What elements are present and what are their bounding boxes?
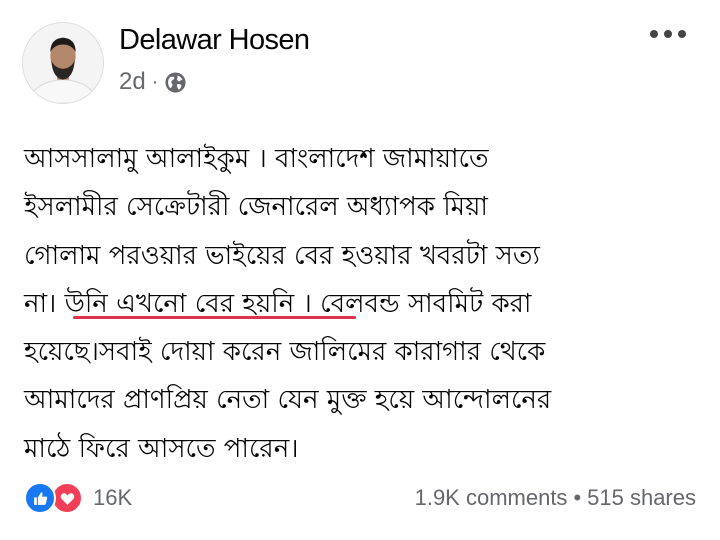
post-line: হয়েছে।সবাই দোয়া করেন জালিমের কারাগার থ… (24, 337, 546, 368)
more-options-icon[interactable] (650, 30, 686, 38)
post-line: আমাদের প্রাণপ্রিয় নেতা যেন মুক্ত হয়ে আ… (24, 385, 552, 416)
meta-separator: · (151, 70, 159, 93)
avatar-photo (23, 23, 103, 103)
author-avatar[interactable] (22, 22, 104, 104)
stats-separator: • (573, 485, 582, 510)
comments-count[interactable]: 1.9K comments (415, 485, 568, 511)
reaction-count[interactable]: 16K (93, 485, 132, 511)
post-line: ইসলামীর সেক্রেটারী জেনারেল অধ্যাপক মিয়া (24, 192, 488, 223)
shares-count[interactable]: 515 shares (587, 485, 696, 511)
dot (664, 30, 672, 38)
reactions-summary[interactable]: 16K (24, 482, 132, 514)
dot (678, 30, 686, 38)
post-line: আসসালামু আলাইকুম । বাংলাদেশ জামায়াতে (24, 144, 489, 174)
author-name[interactable]: Delawar Hosen (119, 24, 310, 57)
post-line: না। উনি এখনো বের হয়নি । বেলবন্ড সাবমিট … (24, 288, 532, 319)
like-icon (24, 482, 56, 514)
highlight-underline (73, 316, 356, 319)
post-line: গোলাম পরওয়ার ভাইয়ের বের হওয়ার খবরটা স… (24, 240, 540, 271)
post-body: আসসালামু আলাইকুম । বাংলাদেশ জামায়াতে ইস… (24, 135, 704, 473)
post-time[interactable]: 2d (119, 68, 146, 96)
dot (650, 30, 658, 38)
post-meta: 2d · (119, 68, 187, 96)
globe-icon[interactable] (164, 71, 187, 94)
engagement-stats: 1.9K comments • 515 shares (415, 485, 696, 511)
post-line: মাঠে ফিরে আসতে পারেন। (24, 433, 299, 464)
